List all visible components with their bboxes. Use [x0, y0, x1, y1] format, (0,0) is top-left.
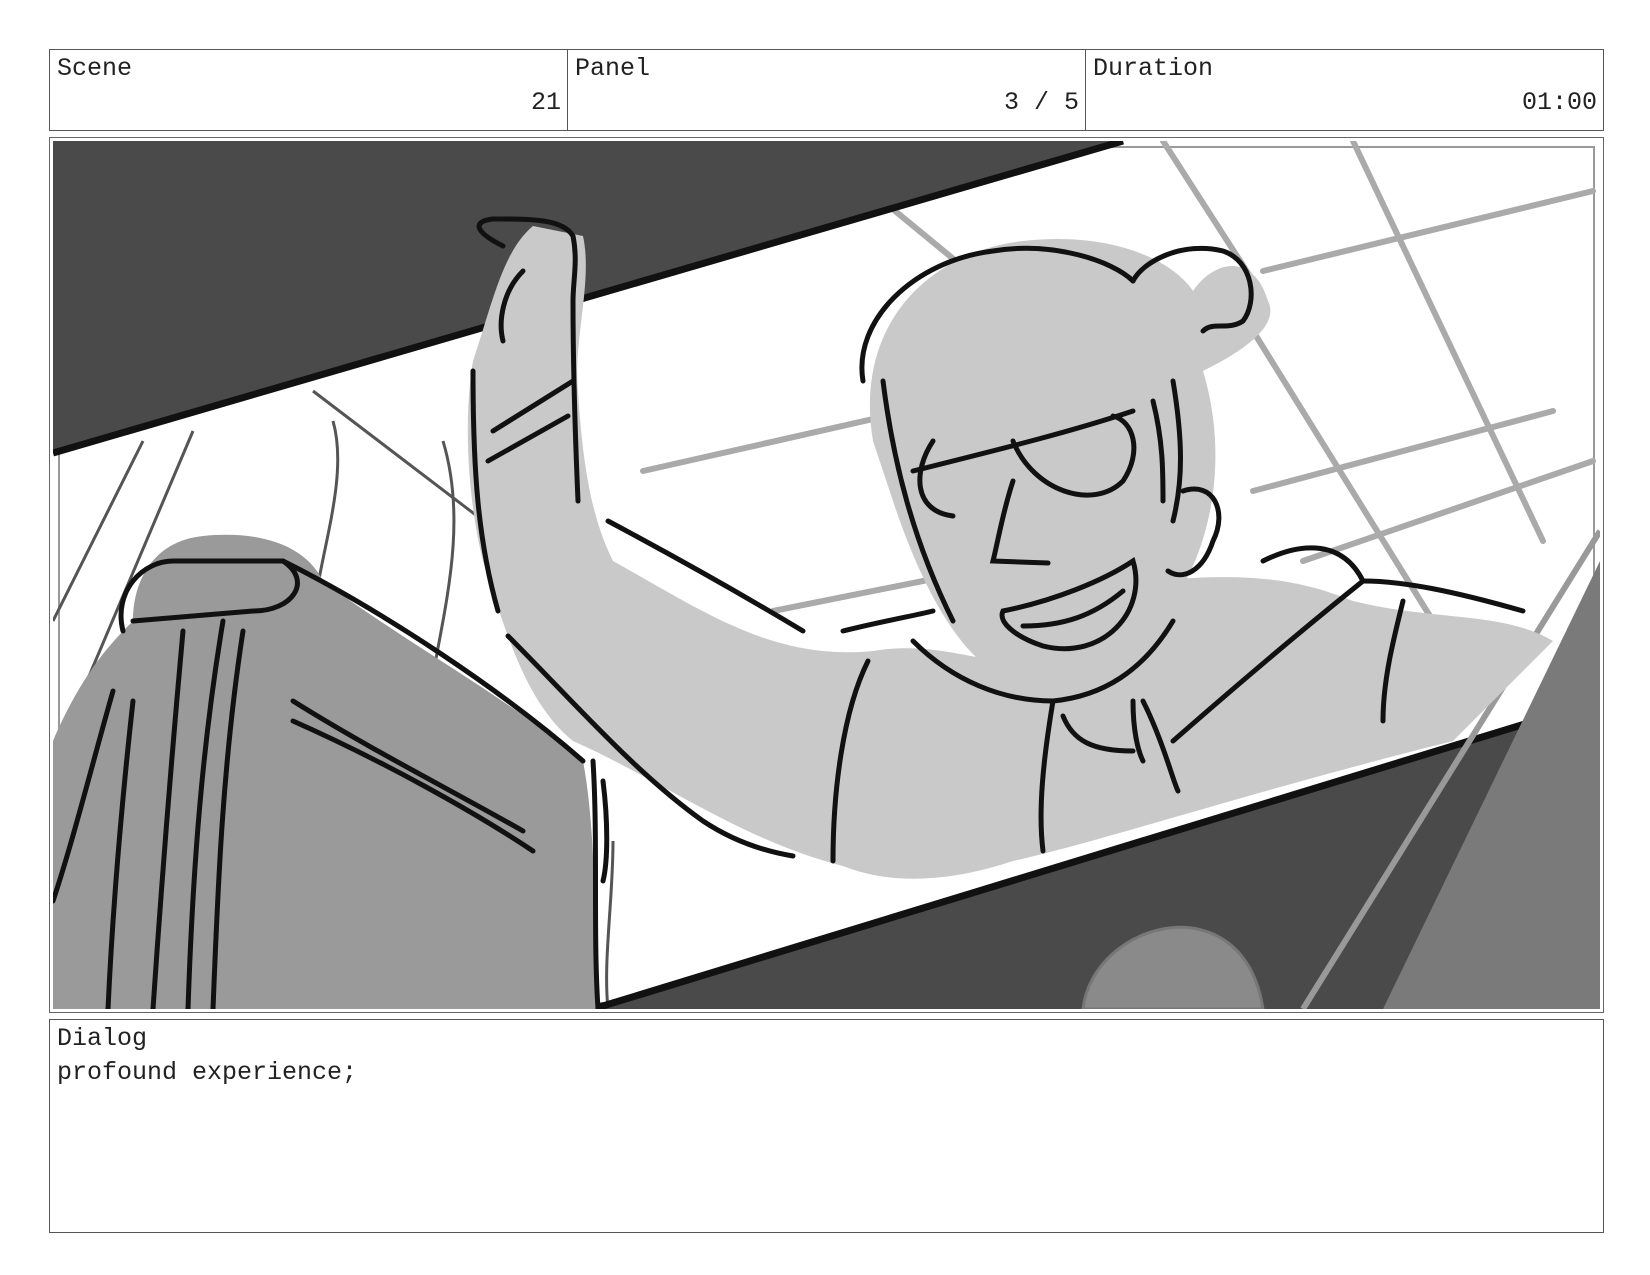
dialog-box: Dialog profound experience;: [49, 1019, 1604, 1233]
panel-number: 3 / 5: [1003, 88, 1079, 117]
duration-value: 01:00: [1521, 88, 1597, 117]
duration-cell: Duration 01:00: [1086, 50, 1603, 130]
panel-header: Scene 21 Panel 3 / 5 Duration 01:00: [49, 49, 1604, 131]
dialog-label: Dialog: [57, 1024, 148, 1053]
dialog-text: profound experience;: [57, 1058, 358, 1087]
duration-label: Duration: [1093, 54, 1214, 83]
panel-label: Panel: [575, 54, 651, 83]
scene-cell: Scene 21: [50, 50, 568, 130]
scene-number: 21: [530, 88, 561, 117]
storyboard-sketch: [53, 141, 1600, 1009]
panel-cell: Panel 3 / 5: [568, 50, 1086, 130]
storyboard-panel-image: [49, 137, 1604, 1013]
scene-label: Scene: [57, 54, 133, 83]
